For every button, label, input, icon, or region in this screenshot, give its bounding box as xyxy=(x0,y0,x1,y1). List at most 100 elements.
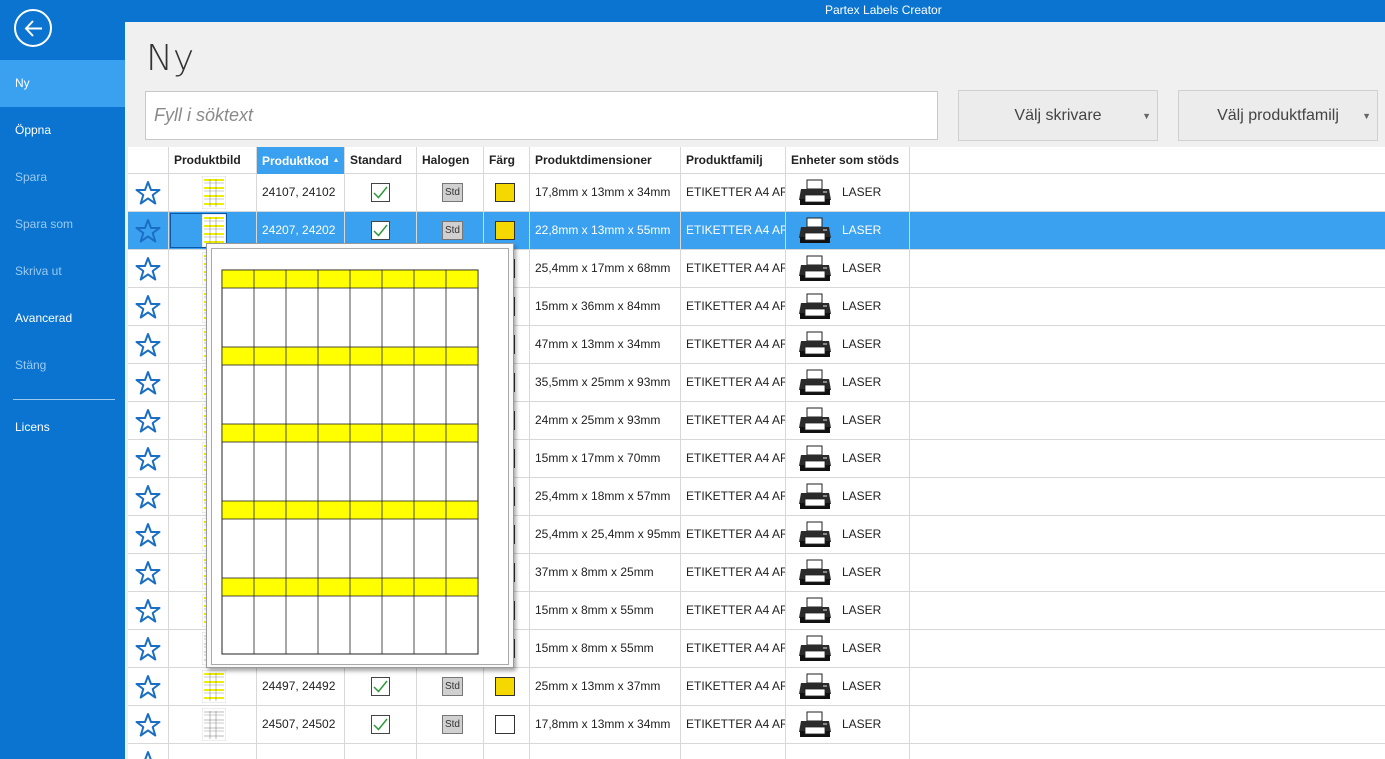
star-icon[interactable] xyxy=(135,484,161,510)
family-dropdown[interactable]: Välj produktfamilj ▼ xyxy=(1178,90,1378,141)
favorite-cell[interactable] xyxy=(128,478,169,516)
search-input[interactable]: Fyll i söktext xyxy=(145,91,938,140)
family-cell: ETIKETTER A4 ARK xyxy=(681,288,786,326)
printer-icon xyxy=(799,673,831,699)
star-icon[interactable] xyxy=(135,294,161,320)
standard-checkbox[interactable] xyxy=(371,715,390,734)
product-image-cell[interactable] xyxy=(169,668,257,706)
nav-item-oppna[interactable]: Öppna xyxy=(0,107,125,154)
family-cell xyxy=(681,744,786,759)
family-cell: ETIKETTER A4 ARK xyxy=(681,706,786,744)
star-icon[interactable] xyxy=(135,636,161,662)
supported-devices-cell: LASER xyxy=(786,706,910,744)
favorite-cell[interactable] xyxy=(128,250,169,288)
favorite-cell[interactable] xyxy=(128,554,169,592)
sidebar: Ny Öppna Spara Spara som Skriva ut Avanc… xyxy=(0,0,125,759)
dimensions-cell: 17,8mm x 13mm x 34mm xyxy=(530,706,681,744)
table-row[interactable]: 24507, 24502 Std 17,8mm x 13mm x 34mm ETI… xyxy=(128,706,1385,744)
favorite-cell[interactable] xyxy=(128,364,169,402)
standard-cell xyxy=(345,668,417,706)
color-swatch xyxy=(495,183,515,202)
star-icon[interactable] xyxy=(135,598,161,624)
standard-checkbox[interactable] xyxy=(371,221,390,240)
star-icon[interactable] xyxy=(135,180,161,206)
favorite-cell[interactable] xyxy=(128,668,169,706)
nav-item-ny[interactable]: Ny xyxy=(0,60,125,107)
nav-item-licens[interactable]: Licens xyxy=(0,404,125,451)
star-icon[interactable] xyxy=(135,560,161,586)
nav-item-spara[interactable]: Spara xyxy=(0,154,125,201)
favorite-cell[interactable] xyxy=(128,592,169,630)
star-icon[interactable] xyxy=(135,370,161,396)
family-cell: ETIKETTER A4 ARK xyxy=(681,326,786,364)
product-image-cell[interactable] xyxy=(169,706,257,744)
checkmark-icon xyxy=(373,224,388,237)
star-icon[interactable] xyxy=(135,218,161,244)
nav-item-stang[interactable]: Stäng xyxy=(0,342,125,389)
favorite-cell[interactable] xyxy=(128,630,169,668)
device-label: LASER xyxy=(842,565,882,579)
column-header-produktkod[interactable]: Produktkod ▲ xyxy=(257,147,345,174)
printer-icon xyxy=(799,217,831,243)
column-header-standard[interactable]: Standard xyxy=(345,147,417,174)
nav-item-skriva-ut[interactable]: Skriva ut xyxy=(0,248,125,295)
dimensions-cell xyxy=(530,744,681,759)
supported-devices-cell: LASER xyxy=(786,402,910,440)
halogen-cell xyxy=(417,744,484,759)
supported-devices-cell: LASER xyxy=(786,174,910,212)
halogen-std-badge: Std xyxy=(442,221,463,240)
favorite-cell[interactable] xyxy=(128,402,169,440)
dimensions-cell: 22,8mm x 13mm x 55mm xyxy=(530,212,681,250)
table-row[interactable] xyxy=(128,744,1385,759)
table-row[interactable]: 24497, 24492 Std 25mm x 13mm x 37mm ETIKE… xyxy=(128,668,1385,706)
printer-dropdown[interactable]: Välj skrivare ▼ xyxy=(958,90,1158,141)
star-icon[interactable] xyxy=(135,522,161,548)
checkmark-icon xyxy=(373,186,388,199)
supported-devices-cell: LASER xyxy=(786,212,910,250)
dimensions-cell: 37mm x 8mm x 25mm xyxy=(530,554,681,592)
product-image-cell[interactable] xyxy=(169,744,257,759)
column-header-halogen[interactable]: Halogen xyxy=(417,147,484,174)
star-icon[interactable] xyxy=(135,332,161,358)
column-header-produktdimensioner[interactable]: Produktdimensioner xyxy=(530,147,681,174)
checkmark-icon xyxy=(373,680,388,693)
star-icon[interactable] xyxy=(135,446,161,472)
table-row[interactable]: 24107, 24102 Std 17,8mm x 13mm x 34mm ETI… xyxy=(128,174,1385,212)
column-header-produktfamilj[interactable]: Produktfamilj xyxy=(681,147,786,174)
sort-ascending-icon: ▲ xyxy=(332,157,340,164)
star-icon[interactable] xyxy=(135,674,161,700)
dimensions-cell: 25,4mm x 25,4mm x 95mm xyxy=(530,516,681,554)
nav-item-spara-som[interactable]: Spara som xyxy=(0,201,125,248)
star-icon[interactable] xyxy=(135,408,161,434)
favorite-cell[interactable] xyxy=(128,212,169,250)
nav-item-avancerad[interactable]: Avancerad xyxy=(0,295,125,342)
label-sheet-graphic xyxy=(221,269,479,655)
column-header-favorite[interactable] xyxy=(128,147,169,174)
product-code-cell: 24507, 24502 xyxy=(257,706,345,744)
column-header-farg[interactable]: Färg xyxy=(484,147,530,174)
favorite-cell[interactable] xyxy=(128,706,169,744)
column-header-produktbild[interactable]: Produktbild xyxy=(169,147,257,174)
favorite-cell[interactable] xyxy=(128,440,169,478)
standard-checkbox[interactable] xyxy=(371,183,390,202)
product-image-cell[interactable] xyxy=(169,174,257,212)
favorite-cell[interactable] xyxy=(128,326,169,364)
column-header-enheter[interactable]: Enheter som stöds xyxy=(786,147,910,174)
color-cell xyxy=(484,706,530,744)
back-button[interactable] xyxy=(14,9,52,47)
favorite-cell[interactable] xyxy=(128,174,169,212)
family-cell: ETIKETTER A4 ARK xyxy=(681,212,786,250)
favorite-cell[interactable] xyxy=(128,744,169,759)
device-label: LASER xyxy=(842,451,882,465)
standard-checkbox[interactable] xyxy=(371,677,390,696)
product-image-preview xyxy=(206,243,514,668)
favorite-cell[interactable] xyxy=(128,288,169,326)
star-icon[interactable] xyxy=(135,712,161,738)
title-bar: Partex Labels Creator xyxy=(0,0,1385,22)
color-cell xyxy=(484,668,530,706)
halogen-std-badge: Std xyxy=(442,715,463,734)
favorite-cell[interactable] xyxy=(128,516,169,554)
supported-devices-cell: LASER xyxy=(786,554,910,592)
star-icon[interactable] xyxy=(135,750,161,759)
star-icon[interactable] xyxy=(135,256,161,282)
